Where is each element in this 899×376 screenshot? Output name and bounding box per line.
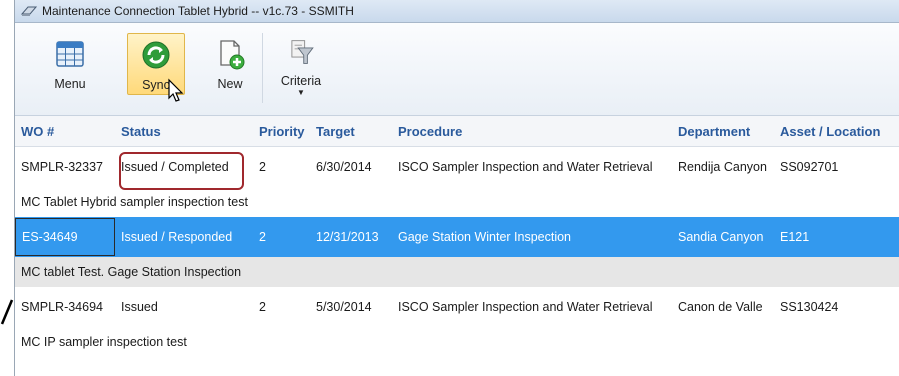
- criteria-button[interactable]: Criteria ▼: [270, 33, 332, 97]
- new-document-icon: [220, 40, 245, 70]
- mouse-cursor-icon: [168, 78, 184, 102]
- asset-cell: SS130424: [780, 300, 839, 314]
- sync-arrows-icon: [142, 41, 170, 69]
- toolbar-separator: [262, 33, 263, 103]
- status-cell: Issued: [121, 300, 158, 314]
- grid-header: WO # Status Priority Target Procedure De…: [15, 116, 899, 147]
- priority-cell: 2: [259, 300, 266, 314]
- target-cell: 12/31/2013: [316, 230, 379, 244]
- column-header-procedure[interactable]: Procedure: [392, 124, 672, 139]
- row-description[interactable]: MC Tablet Hybrid sampler inspection test: [15, 187, 899, 217]
- title-bar: Maintenance Connection Tablet Hybrid -- …: [15, 0, 899, 23]
- app-window: Maintenance Connection Tablet Hybrid -- …: [14, 0, 899, 376]
- criteria-button-label: Criteria: [280, 74, 322, 88]
- column-header-department[interactable]: Department: [672, 124, 774, 139]
- procedure-cell: ISCO Sampler Inspection and Water Retrie…: [398, 160, 653, 174]
- priority-cell: 2: [259, 160, 266, 174]
- status-highlight-box: [119, 152, 244, 190]
- grid-calendar-icon: [56, 41, 84, 67]
- department-cell: Canon de Valle: [678, 300, 763, 314]
- procedure-cell: Gage Station Winter Inspection: [398, 230, 572, 244]
- new-button[interactable]: New: [205, 33, 255, 97]
- table-row-selected[interactable]: ES-34649 Issued / Responded 2 12/31/2013…: [15, 217, 899, 257]
- asset-cell: E121: [780, 230, 810, 244]
- filter-funnel-icon: [291, 40, 314, 64]
- target-cell: 6/30/2014: [316, 160, 372, 174]
- target-cell: 5/30/2014: [316, 300, 372, 314]
- column-header-priority[interactable]: Priority: [253, 124, 310, 139]
- app-icon: [21, 6, 37, 16]
- toolbar: Menu Sync New Criteria ▼: [15, 23, 899, 116]
- department-cell: Rendija Canyon: [678, 160, 767, 174]
- menu-button-label: Menu: [54, 77, 86, 91]
- column-header-asset[interactable]: Asset / Location: [774, 124, 899, 139]
- sync-button-label: Sync: [142, 78, 170, 92]
- chevron-down-icon: ▼: [297, 88, 305, 97]
- column-header-target[interactable]: Target: [310, 124, 392, 139]
- wo-number: SMPLR-34694: [21, 300, 103, 314]
- column-header-wo[interactable]: WO #: [15, 124, 115, 139]
- asset-cell: SS092701: [780, 160, 839, 174]
- wo-number: SMPLR-32337: [21, 160, 103, 174]
- window-title: Maintenance Connection Tablet Hybrid -- …: [42, 4, 354, 18]
- row-description[interactable]: MC tablet Test. Gage Station Inspection: [15, 257, 899, 287]
- status-cell: Issued / Responded: [121, 230, 233, 244]
- column-header-status[interactable]: Status: [115, 124, 253, 139]
- menu-button[interactable]: Menu: [35, 33, 105, 97]
- new-button-label: New: [217, 77, 243, 91]
- wo-number: ES-34649: [15, 218, 115, 256]
- procedure-cell: ISCO Sampler Inspection and Water Retrie…: [398, 300, 653, 314]
- priority-cell: 2: [259, 230, 266, 244]
- department-cell: Sandia Canyon: [678, 230, 764, 244]
- annotation-mark: [0, 299, 14, 325]
- row-description[interactable]: MC IP sampler inspection test: [15, 327, 899, 357]
- table-row[interactable]: SMPLR-34694 Issued 2 5/30/2014 ISCO Samp…: [15, 287, 899, 327]
